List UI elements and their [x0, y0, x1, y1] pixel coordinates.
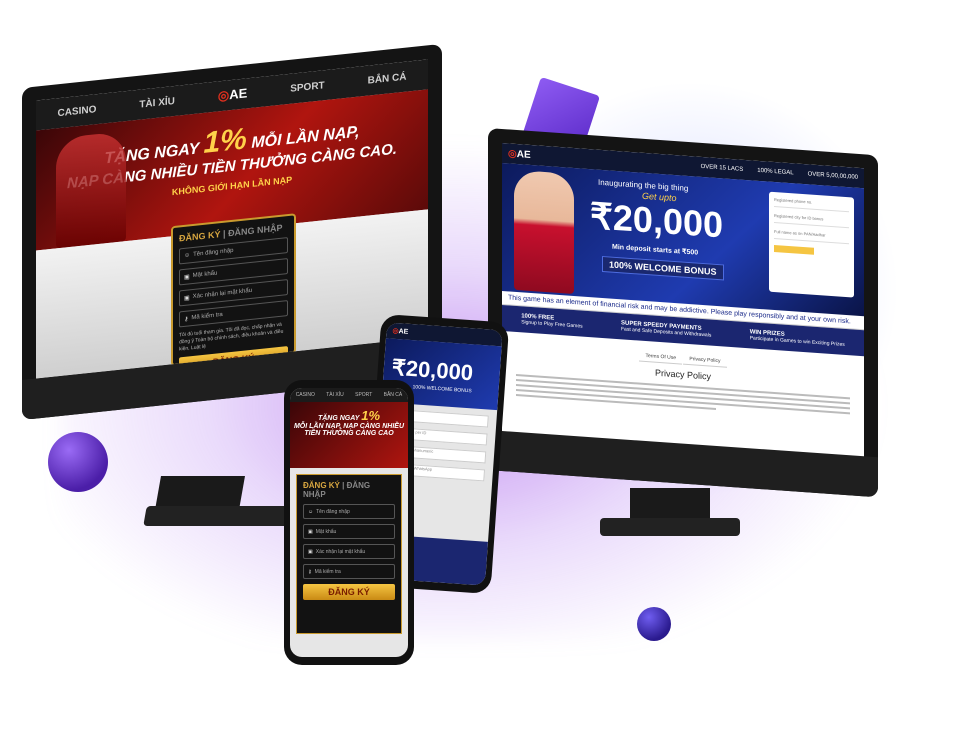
left-monitor-screen: CASINO TÀI XỈU ◎AE SPORT BẮN CÁ TẶNG NGA…: [36, 59, 428, 379]
user-icon: ☺: [308, 508, 314, 515]
key-icon: ⚷: [308, 568, 312, 575]
decorative-sphere-large: [48, 432, 108, 492]
register-button[interactable]: ĐĂNG KÝ: [303, 584, 395, 600]
tab-terms[interactable]: Terms Of Use: [639, 350, 683, 365]
phone-front: CASINO TÀI XỈU SPORT BẮN CÁ TẶNG NGAY 1%…: [284, 380, 414, 665]
captcha-field[interactable]: ⚷ Mã kiểm tra: [303, 564, 395, 579]
left-monitor-foot: [143, 506, 297, 526]
tab-login[interactable]: ĐĂNG NHẬP: [228, 223, 283, 239]
ae-logo[interactable]: ◎AE: [508, 148, 531, 161]
hero-banner: Inaugurating the big thing Get upto ₹20,…: [502, 162, 864, 317]
nav-casino[interactable]: CASINO: [296, 392, 315, 398]
hero-amount: ₹20,000: [590, 195, 724, 246]
phone-front-nav: CASINO TÀI XỈU SPORT BẮN CÁ: [290, 388, 408, 402]
tab-register[interactable]: ĐĂNG KÝ: [179, 229, 221, 243]
name-field[interactable]: Full name as on PAN/Aadhar: [774, 228, 849, 245]
signup-button[interactable]: [774, 244, 814, 255]
phone-field[interactable]: Registered phone no.: [774, 196, 849, 213]
user-icon: ☺: [184, 252, 191, 259]
stat-payout: OVER 5,00,00,000: [807, 171, 858, 181]
form-tabs: ĐĂNG KÝ | ĐĂNG NHẬP: [303, 481, 371, 499]
register-form: ĐĂNG KÝ | ĐĂNG NHẬP ☺ Tên đăng nhập ▣ Mật …: [171, 213, 296, 374]
stat-players: OVER 15 LACS: [700, 163, 744, 173]
nav-sport[interactable]: SPORT: [355, 392, 372, 398]
nav-taixiu[interactable]: TÀI XỈU: [139, 95, 175, 110]
model-image: [514, 169, 574, 295]
city-field[interactable]: Registered city for ID bonus: [774, 212, 849, 229]
stat-legal: 100% LEGAL: [757, 167, 794, 177]
decorative-sphere-small: [637, 607, 671, 641]
lock-icon: ▣: [184, 273, 190, 281]
confirm-password-field[interactable]: ▣ Xác nhận lại mật khẩu: [303, 544, 395, 559]
right-monitor: ◎AE OVER 15 LACS 100% LEGAL OVER 5,00,00…: [488, 128, 878, 498]
username-field[interactable]: ☺ Tên đăng nhập: [303, 504, 395, 519]
nav-taixiu[interactable]: TÀI XỈU: [326, 392, 344, 398]
feature-payments: SUPER SPEEDY PAYMENTS Fast and Safe Depos…: [621, 320, 712, 339]
hero-min-deposit: Min deposit starts at ₹500: [612, 243, 699, 257]
nav-casino[interactable]: CASINO: [57, 104, 96, 119]
right-monitor-foot: [600, 518, 740, 536]
phone-register-form: ĐĂNG KÝ | ĐĂNG NHẬP ☺ Tên đăng nhập ▣ Mật …: [296, 474, 402, 634]
left-monitor-stand: [155, 476, 245, 510]
lock-icon: ▣: [308, 548, 313, 555]
phone-front-screen: CASINO TÀI XỈU SPORT BẮN CÁ TẶNG NGAY 1%…: [290, 388, 408, 657]
phone-front-banner: TẶNG NGAY 1% MỖI LẦN NẠP, NẠP CÀNG NHIỀU…: [290, 402, 408, 468]
footballer-image: [56, 131, 126, 249]
signup-form: Registered phone no. Registered city for…: [769, 191, 854, 298]
right-monitor-screen: ◎AE OVER 15 LACS 100% LEGAL OVER 5,00,00…: [502, 142, 864, 457]
nav-banca[interactable]: BẮN CÁ: [384, 392, 403, 398]
lock-icon: ▣: [308, 528, 313, 535]
lock-icon: ▣: [184, 294, 190, 302]
feature-prizes: WIN PRIZES Participate in Games to win Ex…: [749, 329, 845, 348]
tab-privacy[interactable]: Privacy Policy: [683, 353, 727, 368]
tab-register[interactable]: ĐĂNG KÝ: [303, 481, 340, 490]
password-field[interactable]: ▣ Mật khẩu: [303, 524, 395, 539]
feature-free: 100% FREE Signup to Play Free Games: [521, 313, 583, 330]
nav-sport[interactable]: SPORT: [290, 80, 324, 95]
nav-banca[interactable]: BẮN CÁ: [368, 71, 407, 86]
ae-logo[interactable]: ◎AE: [218, 85, 247, 104]
key-icon: ⚷: [184, 316, 189, 323]
hero-bonus: 100% WELCOME BONUS: [602, 255, 724, 281]
